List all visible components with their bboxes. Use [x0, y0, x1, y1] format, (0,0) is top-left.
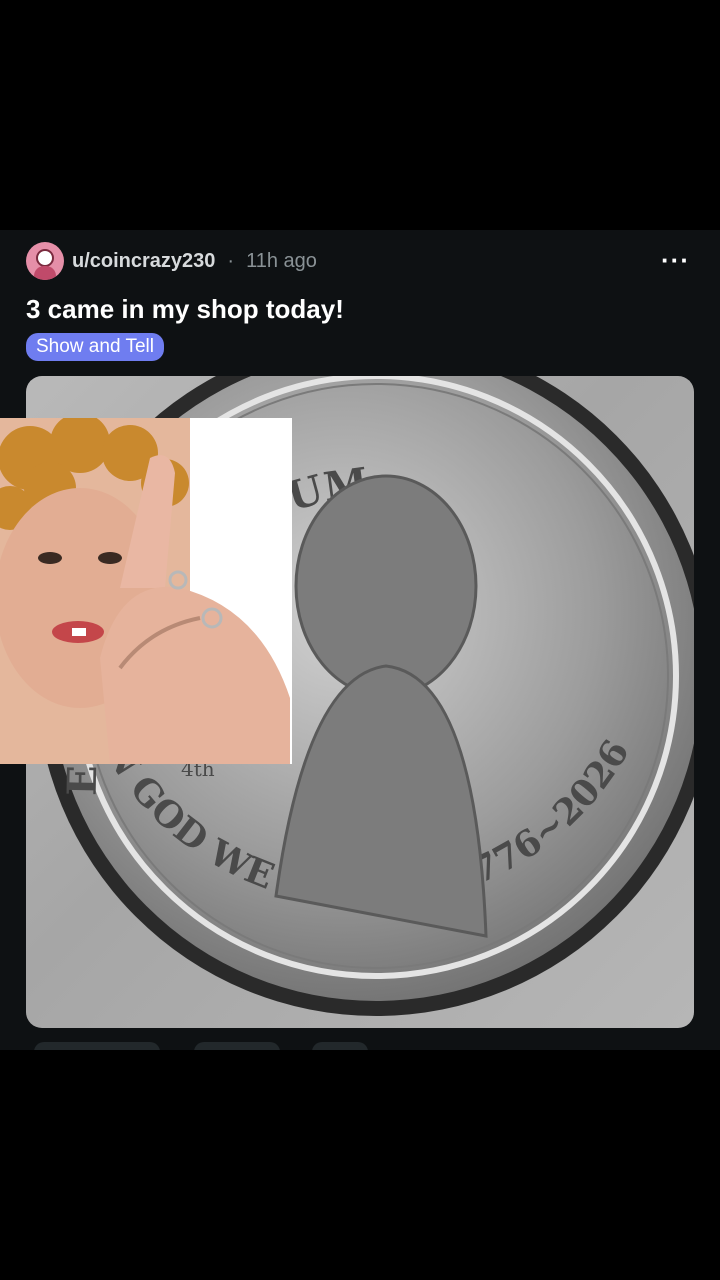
user-avatar[interactable]: [26, 242, 64, 280]
upvote-bar[interactable]: [34, 1042, 160, 1050]
post-header: u/coincrazy230 · 11h ago: [26, 242, 317, 280]
comments-button[interactable]: [194, 1042, 280, 1050]
more-options-icon[interactable]: ···: [661, 247, 690, 273]
flair-badge[interactable]: Show and Tell: [26, 333, 164, 361]
share-button[interactable]: [312, 1042, 368, 1050]
creator-person-image: [0, 418, 292, 764]
post-title[interactable]: 3 came in my shop today!: [26, 294, 344, 325]
username-link[interactable]: u/coincrazy230: [72, 250, 215, 273]
separator-dot: ·: [227, 249, 235, 272]
creator-video-overlay: [0, 418, 292, 764]
post-timestamp: 11h ago: [246, 249, 317, 272]
bottom-blank-area: [0, 1050, 720, 1280]
